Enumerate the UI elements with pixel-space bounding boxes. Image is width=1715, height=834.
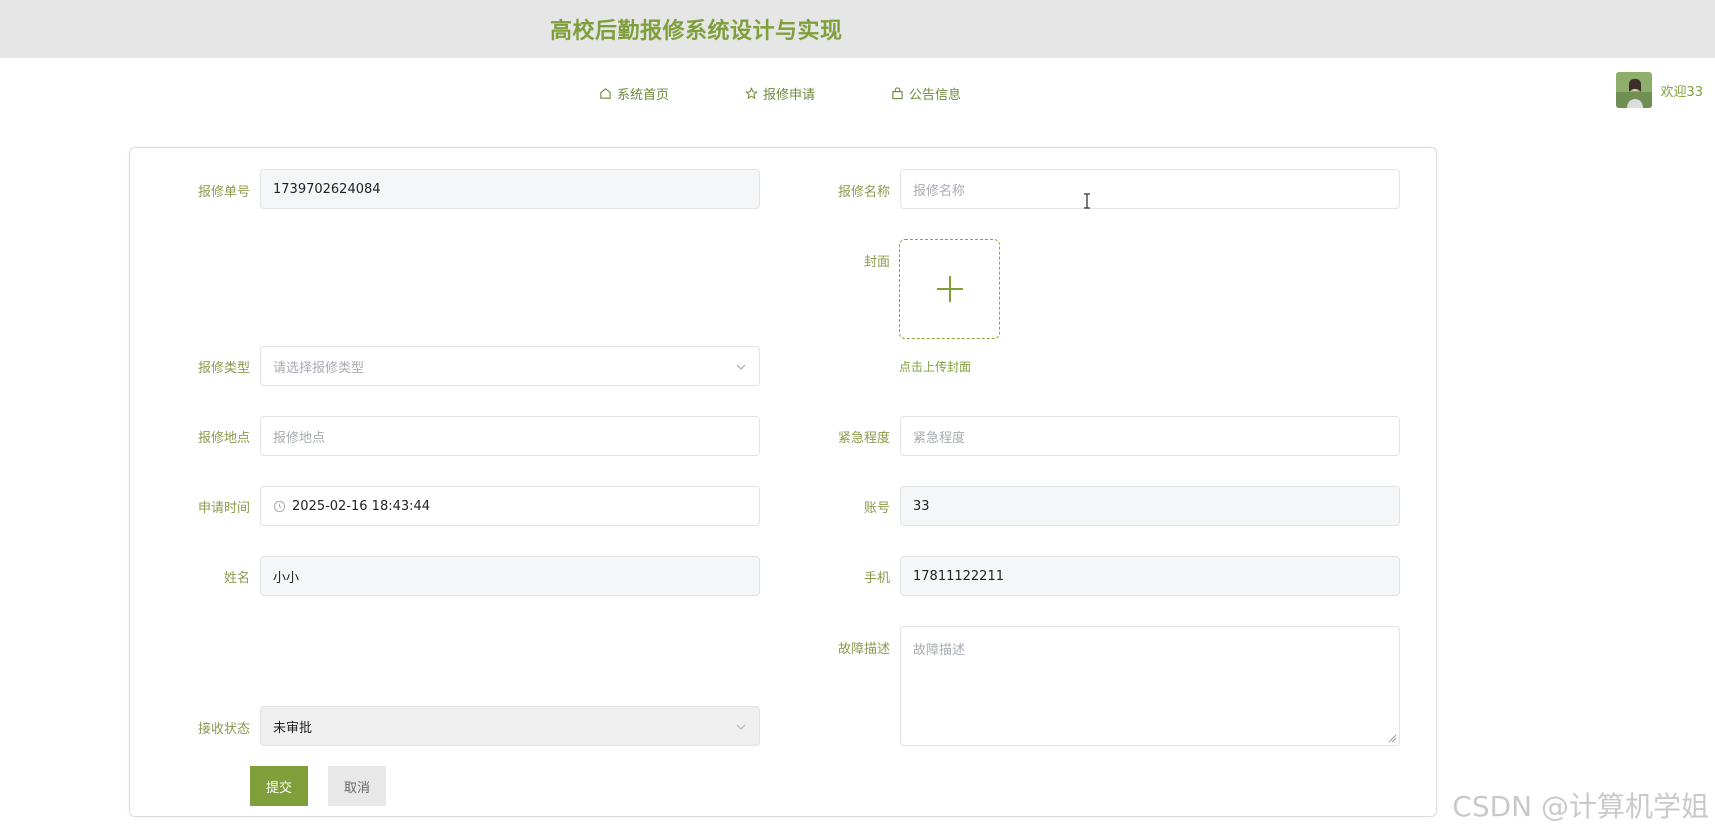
order-no-field[interactable]: 1739702624084 — [260, 169, 760, 209]
repair-type-label: 报修类型 — [197, 361, 250, 376]
apply-time-value: 2025-02-16 18:43:44 — [292, 498, 431, 514]
repair-type-placeholder: 请选择报修类型 — [273, 360, 365, 376]
watermark: CSDN @计算机学姐 — [1452, 790, 1709, 823]
order-no-value: 1739702624084 — [273, 181, 381, 197]
main-nav: 系统首页 报修申请 公告信息 — [0, 84, 1715, 104]
bag-icon — [892, 87, 903, 100]
cover-upload-button[interactable] — [899, 239, 1000, 339]
location-label: 报修地点 — [197, 431, 250, 446]
receive-status-value: 未审批 — [273, 720, 313, 736]
star-icon — [745, 87, 758, 100]
urgency-input[interactable]: 紧急程度 — [900, 416, 1400, 456]
home-icon — [600, 88, 611, 99]
location-placeholder: 报修地点 — [273, 430, 326, 446]
fault-desc-textarea[interactable]: 故障描述 — [900, 626, 1400, 746]
repair-type-select[interactable]: 请选择报修类型 — [260, 346, 760, 386]
top-bar: 高校后勤报修系统设计与实现 — [0, 0, 1715, 58]
fault-desc-label: 故障描述 — [837, 642, 890, 657]
site-title: 高校后勤报修系统设计与实现 — [550, 19, 843, 44]
user-menu[interactable]: 欢迎33 — [1616, 72, 1703, 108]
welcome-text: 欢迎33 — [1660, 84, 1703, 100]
name-value: 小小 — [273, 570, 300, 586]
fault-desc-placeholder: 故障描述 — [913, 643, 966, 658]
phone-label: 手机 — [863, 571, 890, 586]
urgency-label: 紧急程度 — [837, 431, 890, 446]
account-label: 账号 — [863, 501, 890, 516]
plus-icon — [936, 276, 963, 302]
repair-name-placeholder: 报修名称 — [913, 183, 966, 199]
name-label: 姓名 — [223, 571, 250, 586]
avatar[interactable] — [1616, 72, 1653, 108]
resize-handle-icon[interactable] — [1388, 734, 1397, 743]
receive-status-label: 接收状态 — [197, 722, 250, 737]
nav-item-label: 报修申请 — [763, 88, 816, 103]
cancel-button[interactable]: 取消 — [328, 766, 386, 806]
phone-value: 17811122211 — [913, 568, 1004, 584]
receive-status-select[interactable]: 未审批 — [260, 706, 760, 746]
location-input[interactable]: 报修地点 — [260, 416, 760, 456]
account-field[interactable]: 33 — [900, 486, 1400, 526]
order-no-label: 报修单号 — [197, 185, 250, 200]
cover-label: 封面 — [863, 255, 890, 270]
nav-item-label: 系统首页 — [617, 88, 670, 103]
cover-upload-tip: 点击上传封面 — [899, 360, 972, 374]
chevron-down-icon — [736, 364, 746, 370]
nav-item-home[interactable]: 系统首页 — [599, 84, 669, 103]
name-field[interactable]: 小小 — [260, 556, 760, 596]
urgency-placeholder: 紧急程度 — [913, 430, 966, 446]
repair-name-input[interactable]: 报修名称 — [900, 169, 1400, 209]
nav-item-announcements[interactable]: 公告信息 — [891, 84, 961, 103]
apply-time-picker[interactable]: 2025-02-16 18:43:44 — [260, 486, 760, 526]
submit-button[interactable]: 提交 — [250, 766, 308, 806]
clock-icon — [273, 500, 286, 512]
chevron-down-icon — [736, 724, 746, 730]
account-value: 33 — [913, 498, 930, 514]
repair-name-label: 报修名称 — [837, 185, 890, 200]
nav-item-label: 公告信息 — [909, 88, 962, 103]
apply-time-label: 申请时间 — [197, 501, 250, 516]
phone-field[interactable]: 17811122211 — [900, 556, 1400, 596]
nav-item-repair-apply[interactable]: 报修申请 — [745, 84, 815, 103]
text-cursor-icon — [1084, 193, 1090, 209]
